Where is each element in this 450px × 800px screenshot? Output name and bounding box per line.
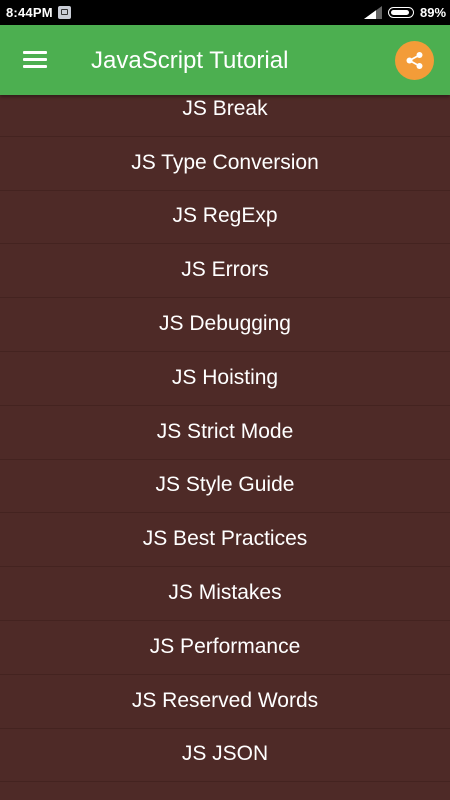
list-item-label: JS Errors [181,258,269,282]
list-item-label: JS Performance [149,634,301,658]
list-item[interactable]: JS Errors [0,244,450,299]
list-item-label: JS Hoisting [171,365,279,389]
list-item[interactable]: JS Break [0,95,450,137]
share-button[interactable] [395,41,434,80]
list-item[interactable]: JS Performance [0,621,450,675]
battery-level-fill [390,9,409,15]
topic-list: JS Break JS Type Conversion JS RegExp JS Er… [0,95,450,800]
list-item[interactable]: JS Debugging [0,298,450,352]
list-item-label: JS Type Conversion [131,150,319,174]
share-icon [406,52,423,69]
status-bar: 8:44PM 89% [0,0,450,25]
list-item[interactable]: JS JSON [0,729,450,783]
menu-line [23,51,47,54]
list-item-label: JS Reserved Words [131,688,319,712]
list-item-label: JS RegExp [172,204,278,228]
list-item[interactable]: JS RegExp [0,191,450,245]
menu-line [23,58,47,61]
list-item[interactable]: JS Mistakes [0,567,450,621]
hamburger-menu-icon[interactable] [16,45,52,75]
app-title: JavaScript Tutorial [91,47,289,74]
list-item-label: JS Strict Mode [156,419,294,443]
list-item[interactable]: JS Strict Mode [0,406,450,460]
list-item[interactable]: JS Type Conversion [0,137,450,191]
notification-icon [58,6,71,19]
battery-icon [388,7,414,18]
list-item-label: JS Mistakes [168,581,282,605]
list-item[interactable]: JS Reserved Words [0,675,450,729]
menu-line [23,65,47,68]
list-item[interactable]: JS Style Guide [0,460,450,514]
app-bar: JavaScript Tutorial [0,25,450,95]
status-time: 8:44PM [6,5,53,20]
list-item[interactable]: JS Hoisting [0,352,450,406]
list-item-label: JS JSON [181,742,269,766]
list-item-label: JS Break [182,96,268,120]
list-item-label: JS Style Guide [155,473,295,497]
list-item[interactable]: JS Best Practices [0,513,450,568]
signal-icon [364,6,382,22]
list-item-label: JS Debugging [159,312,291,336]
battery-percent: 89% [420,5,447,20]
list-item-label: JS Best Practices [142,527,308,551]
